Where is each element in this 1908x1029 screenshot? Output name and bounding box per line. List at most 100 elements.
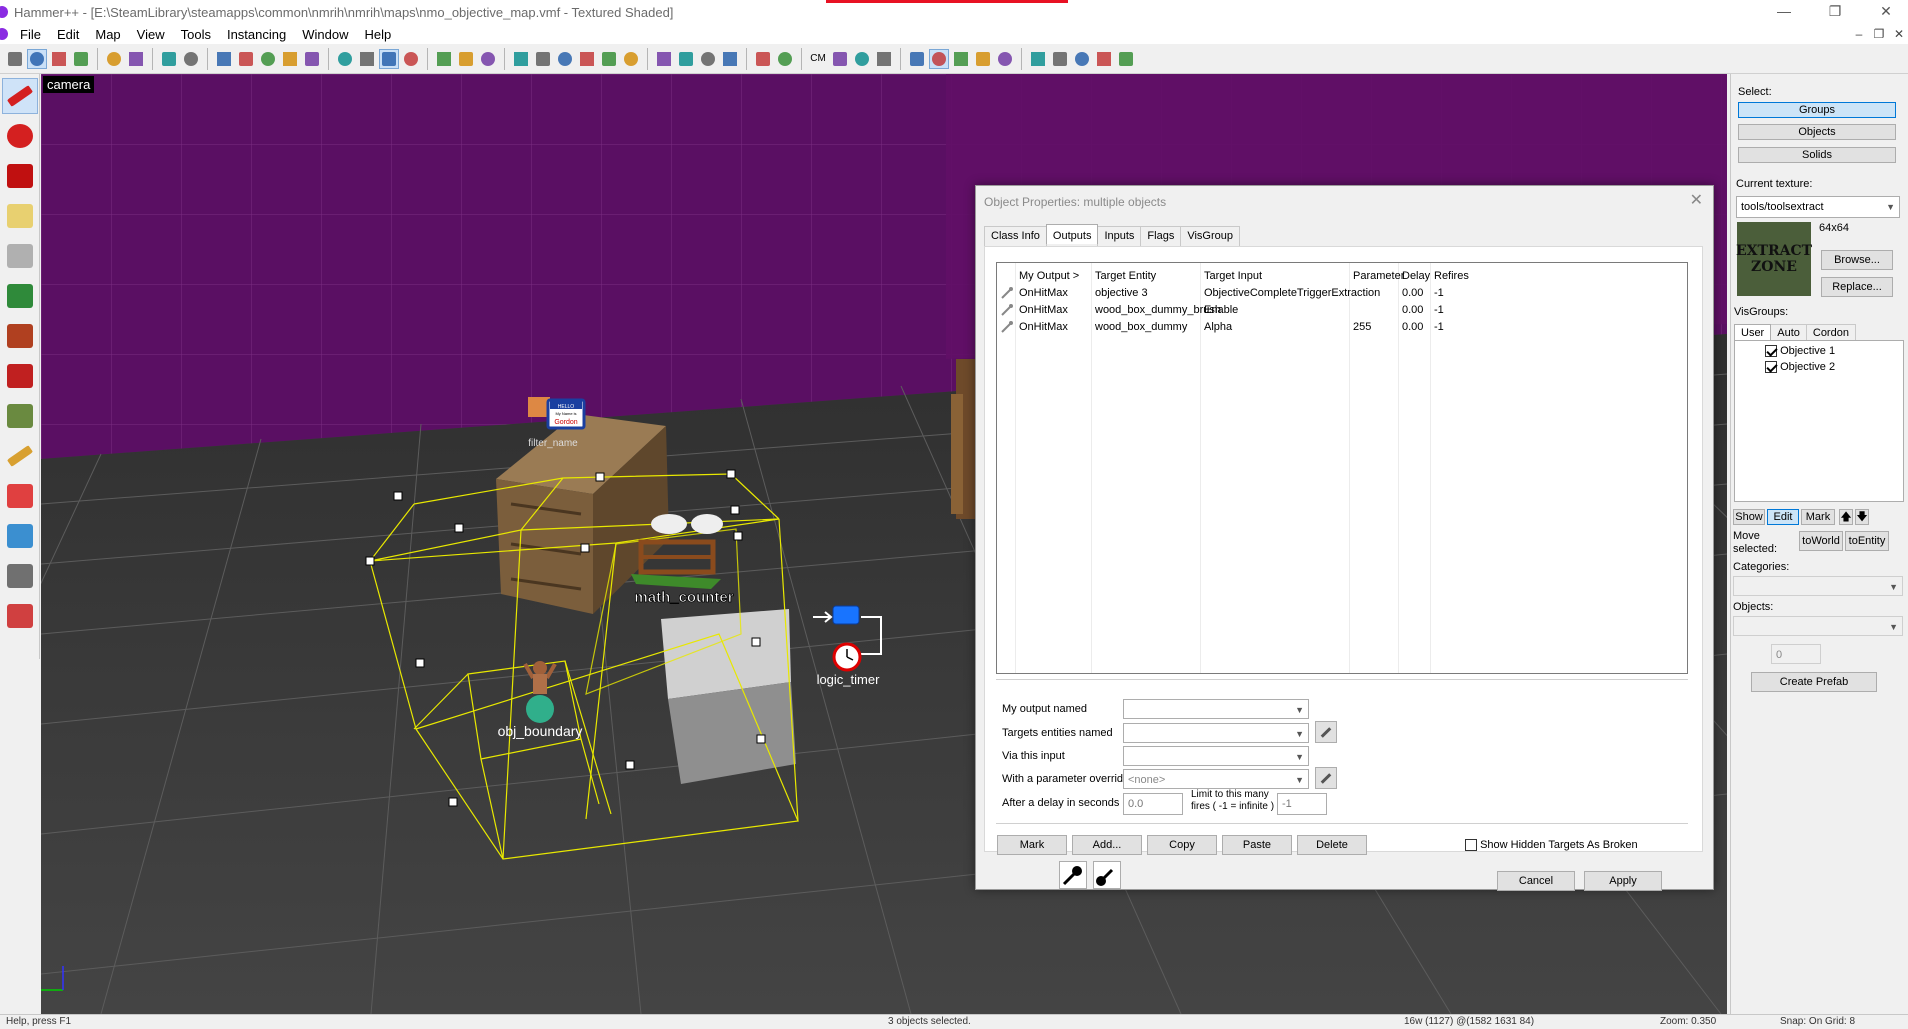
copy-output-button[interactable]: Copy <box>1147 835 1217 855</box>
models-icon[interactable] <box>533 49 553 69</box>
magnify-tool-icon[interactable] <box>2 118 38 154</box>
select-solids-button[interactable]: Solids <box>1738 147 1896 163</box>
output-connection-button[interactable] <box>1059 861 1087 889</box>
delete-output-button[interactable]: Delete <box>1297 835 1367 855</box>
parameter-combo[interactable]: <none> ▼ <box>1123 769 1309 789</box>
mark-output-button[interactable]: Mark <box>997 835 1067 855</box>
tab-flags[interactable]: Flags <box>1140 226 1182 246</box>
lightmap-icon[interactable] <box>401 49 421 69</box>
terrain-tool-icon[interactable] <box>2 598 38 634</box>
cut-icon[interactable] <box>434 49 454 69</box>
delay-field[interactable]: 0.0 <box>1123 793 1183 815</box>
copy-icon[interactable] <box>456 49 476 69</box>
show-hidden-option[interactable]: Show Hidden Targets As Broken <box>1465 839 1638 852</box>
browse-button[interactable]: Browse... <box>1821 250 1893 270</box>
visgroup-item[interactable]: Objective 1 <box>1765 345 1835 358</box>
to-world-button[interactable]: toWorld <box>1799 531 1843 551</box>
current-texture-combo[interactable]: tools/toolsextract ▼ <box>1736 196 1900 218</box>
menu-map[interactable]: Map <box>87 27 128 42</box>
maximize-button[interactable]: ❐ <box>1815 0 1855 24</box>
toolbar-icon-o[interactable] <box>1094 49 1114 69</box>
outputs-list[interactable]: My Output > Target Entity Target Input P… <box>996 262 1688 674</box>
tab-user[interactable]: User <box>1734 324 1772 340</box>
column-delay[interactable]: Delay <box>1402 270 1430 282</box>
lighting-preview-icon[interactable] <box>830 49 850 69</box>
my-output-combo[interactable]: ▼ <box>1123 699 1309 719</box>
toolbar-icon-d[interactable] <box>720 49 740 69</box>
cancel-button[interactable]: Cancel <box>1497 871 1575 891</box>
show-button[interactable]: Show <box>1733 509 1765 525</box>
shaded-icon[interactable] <box>379 48 399 69</box>
toolbar-icon-l[interactable] <box>1028 49 1048 69</box>
show-hidden-checkbox[interactable] <box>1465 839 1477 852</box>
path-tool-icon[interactable] <box>2 518 38 554</box>
tab-auto[interactable]: Auto <box>1770 324 1807 340</box>
menu-window[interactable]: Window <box>294 27 356 42</box>
toolbar-icon-j[interactable] <box>973 49 993 69</box>
sprites-icon[interactable] <box>621 49 641 69</box>
run-icon[interactable] <box>775 49 795 69</box>
viewport-label[interactable]: camera <box>43 76 95 93</box>
ignore-icon[interactable] <box>599 49 619 69</box>
tab-outputs[interactable]: Outputs <box>1045 224 1099 244</box>
entity-tool-icon[interactable] <box>2 198 38 234</box>
column-parameter[interactable]: Parameter <box>1353 270 1404 282</box>
carve-icon[interactable] <box>214 49 234 69</box>
limit-field[interactable]: -1 <box>1277 793 1327 815</box>
mark-button[interactable]: Mark <box>1801 509 1835 525</box>
toolbar-icon-c[interactable] <box>698 49 718 69</box>
select-groups-button[interactable]: Groups <box>1738 102 1896 118</box>
to-entity-button[interactable]: toEntity <box>1845 531 1889 551</box>
visgroup-checkbox[interactable] <box>1765 361 1777 374</box>
decal-tool-icon[interactable] <box>2 358 38 394</box>
table-row[interactable]: OnHitMax objective 3 ObjectiveCompleteTr… <box>997 287 1687 301</box>
toolbar-icon-i[interactable] <box>951 49 971 69</box>
column-target-entity[interactable]: Target Entity <box>1095 270 1156 282</box>
solid-visible-icon[interactable] <box>258 49 278 69</box>
toolbar-icon-p[interactable] <box>1116 49 1136 69</box>
table-row[interactable]: OnHitMax wood_box_dummy Alpha 255 0.00 -… <box>997 321 1687 335</box>
objects-combo[interactable]: ▼ <box>1733 616 1903 636</box>
block-tool-icon[interactable] <box>2 238 38 274</box>
target-input-combo[interactable]: ▼ <box>1123 746 1309 766</box>
move-down-button[interactable]: 🡇 <box>1855 509 1869 525</box>
document-icon[interactable] <box>0 28 8 40</box>
tab-visgroup[interactable]: VisGroup <box>1180 226 1240 246</box>
menu-edit[interactable]: Edit <box>49 27 87 42</box>
close-button[interactable]: ✕ <box>1866 0 1906 24</box>
toolbar-icon-n[interactable] <box>1072 49 1092 69</box>
origin-icon[interactable] <box>555 49 575 69</box>
create-prefab-button[interactable]: Create Prefab <box>1751 672 1877 692</box>
dialog-close-button[interactable]: ✕ <box>1690 190 1703 210</box>
input-connection-button[interactable] <box>1093 861 1121 889</box>
menu-help[interactable]: Help <box>356 27 399 42</box>
replace-button[interactable]: Replace... <box>1821 277 1893 297</box>
texture-lock-icon[interactable] <box>280 49 300 69</box>
column-refires[interactable]: Refires <box>1434 270 1469 282</box>
paste-output-button[interactable]: Paste <box>1222 835 1292 855</box>
clipping-tool-icon[interactable] <box>2 438 38 474</box>
overlay-tool-icon[interactable] <box>2 398 38 434</box>
ignore-group-icon[interactable] <box>302 49 322 69</box>
apply-button[interactable]: Apply <box>1584 871 1662 891</box>
toolbar-icon-e[interactable] <box>852 49 872 69</box>
hollow-icon[interactable] <box>236 49 256 69</box>
textured-icon[interactable] <box>357 49 377 69</box>
undo-icon[interactable] <box>159 49 179 69</box>
toolbar-icon-k[interactable] <box>995 49 1015 69</box>
menu-instancing[interactable]: Instancing <box>219 27 294 42</box>
prefab-spin-field[interactable]: 0 <box>1771 644 1821 664</box>
apply-texture-icon[interactable] <box>2 318 38 354</box>
toolbar-icon-h[interactable] <box>929 48 949 69</box>
grid-icon[interactable] <box>5 49 25 69</box>
compile-icon[interactable] <box>753 49 773 69</box>
sweep-tool-icon[interactable] <box>2 558 38 594</box>
visgroup-item[interactable]: Objective 2 <box>1765 361 1835 374</box>
tab-inputs[interactable]: Inputs <box>1097 226 1142 246</box>
paste-icon[interactable] <box>478 49 498 69</box>
grid-snap-icon[interactable] <box>71 49 91 69</box>
selection-tool-icon[interactable] <box>2 78 38 114</box>
target-entity-combo[interactable]: ▼ <box>1123 723 1309 743</box>
column-target-input[interactable]: Target Input <box>1204 270 1262 282</box>
cm-icon[interactable]: CM <box>808 49 828 69</box>
